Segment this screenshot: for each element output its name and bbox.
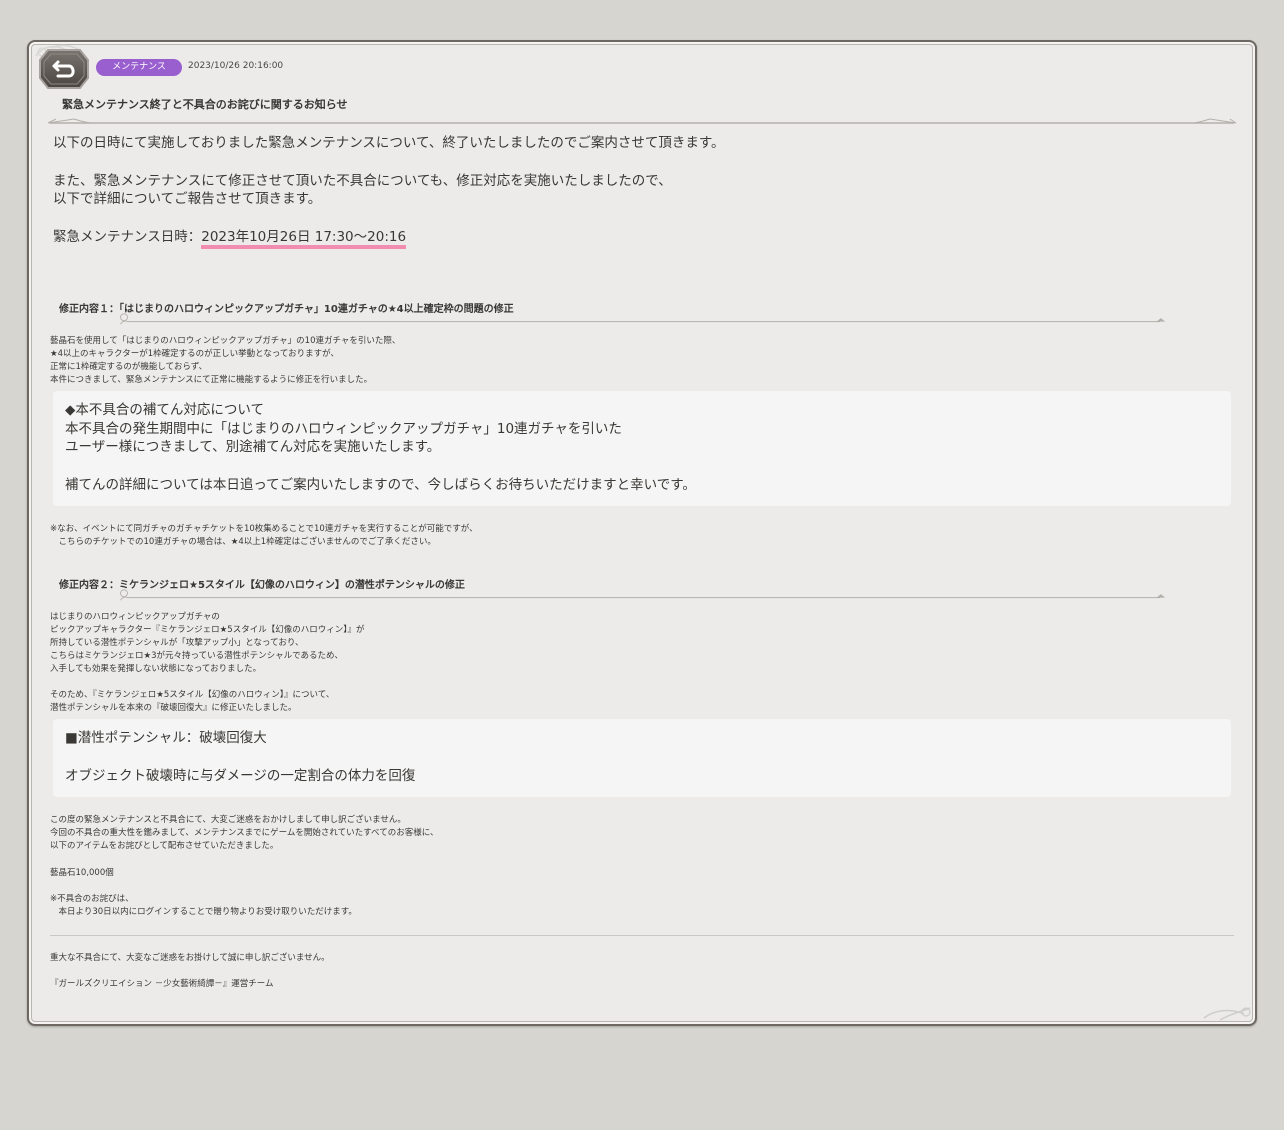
- intro-line-1: 以下の日時にて実施しておりました緊急メンテナンスについて、終了いたしましたのでご…: [53, 135, 725, 151]
- section-1-body-line-4: 本件につきまして、緊急メンテナンスにて正常に機能するように修正を行いました。: [50, 375, 373, 385]
- apology-note-line-2: 本日より30日以内にログインすることで贈り物よりお受け取りいただけます。: [50, 907, 357, 917]
- corner-ornament-bottom-right: [1203, 1007, 1251, 1021]
- intro-line-3: 以下で詳細についてご報告させて頂きます。: [53, 191, 322, 207]
- footer-divider: [50, 935, 1234, 936]
- section-1-body-line-3: 正常に1枠確定するのが機能しておらず、: [50, 362, 208, 372]
- section-2-body-line-1: はじまりのハロウィンピックアップガチャの: [50, 612, 220, 622]
- section-2-divider: [120, 589, 1166, 601]
- compensation-line-1: 本不具合の発生期間中に「はじまりのハロウィンピックアップガチャ」10連ガチャを引…: [65, 421, 622, 437]
- apology-item: 藝晶石10,000個: [50, 868, 114, 878]
- intro-line-2: また、緊急メンテナンスにて修正させて頂いた不具合についても、修正対応を実施いたし…: [53, 173, 672, 189]
- maintenance-time-value: 2023年10月26日 17:30～20:16: [201, 229, 407, 249]
- back-arrow-icon: [39, 49, 89, 89]
- section-1-divider: [120, 313, 1166, 325]
- maintenance-time: 緊急メンテナンス日時：2023年10月26日 17:30～20:16: [53, 228, 407, 249]
- title-divider: [47, 118, 1237, 124]
- notice-title: 緊急メンテナンス終了と不具合のお詫びに関するお知らせ: [62, 98, 348, 111]
- potential-box: ■潜性ポテンシャル：破壊回復大 オブジェクト破壊時に与ダメージの一定割合の体力を…: [53, 719, 1231, 797]
- section-2-body-line-7: 潜性ポテンシャルを本来の『破壊回復大』に修正いたしました。: [50, 703, 297, 713]
- section-2-body-line-2: ピックアップキャラクター『ミケランジェロ★5スタイル【幻像のハロウィン】』が: [50, 625, 365, 635]
- section-1-note-line-2: こちらのチケットでの10連ガチャの場合は、★4以上1枠確定はございませんのでご了…: [50, 537, 436, 547]
- footer-signature: 『ガールズクリエイション －少女藝術綺譚－』運営チーム: [50, 979, 274, 989]
- back-button[interactable]: [38, 48, 90, 90]
- potential-description: オブジェクト破壊時に与ダメージの一定割合の体力を回復: [65, 768, 416, 784]
- section-2-body-line-6: そのため、『ミケランジェロ★5スタイル【幻像のハロウィン】』について、: [50, 690, 335, 700]
- apology-line-1: この度の緊急メンテナンスと不具合にて、大変ご迷惑をおかけしまして申し訳ございませ…: [50, 815, 406, 825]
- compensation-heading: ◆本不具合の補てん対応について: [65, 402, 264, 418]
- section-2-body-line-3: 所持している潜性ポテンシャルが「攻撃アップ小」となっており、: [50, 638, 304, 648]
- compensation-line-2: ユーザー様につきまして、別途補てん対応を実施いたします。: [65, 439, 441, 455]
- potential-heading: ■潜性ポテンシャル：破壊回復大: [65, 730, 267, 746]
- section-2-body-line-5: 入手しても効果を発揮しない状態になっておりました。: [50, 664, 262, 674]
- category-badge: メンテナンス: [96, 59, 182, 76]
- apology-note-line-1: ※不具合のお詫びは、: [50, 894, 134, 904]
- section-1-note-line-1: ※なお、イベントにて同ガチャのガチャチケットを10枚集めることで10連ガチャを実…: [50, 524, 478, 534]
- compensation-box: ◆本不具合の補てん対応について 本不具合の発生期間中に「はじまりのハロウィンピッ…: [53, 391, 1231, 506]
- post-date: 2023/10/26 20:16:00: [188, 61, 284, 71]
- maintenance-time-label: 緊急メンテナンス日時：: [53, 229, 202, 245]
- apology-line-3: 以下のアイテムをお詫びとして配布させていただきました。: [50, 841, 279, 851]
- section-1-body-line-1: 藝晶石を使用して「はじまりのハロウィンピックアップガチャ」の10連ガチャを引いた…: [50, 336, 401, 346]
- compensation-line-3: 補てんの詳細については本日追ってご案内いたしますので、今しばらくお待ちいただけま…: [65, 477, 696, 493]
- apology-line-2: 今回の不具合の重大性を鑑みまして、メンテナンスまでにゲームを開始されていたすべて…: [50, 828, 439, 838]
- section-1-body-line-2: ★4以上のキャラクターが1枠確定するのが正しい挙動となっておりますが、: [50, 349, 339, 359]
- section-2-body-line-4: こちらはミケランジェロ★3が元々持っている潜性ポテンシャルであるため、: [50, 651, 344, 661]
- footer-apology: 重大な不具合にて、大変なご迷惑をお掛けして誠に申し訳ございません。: [50, 953, 330, 963]
